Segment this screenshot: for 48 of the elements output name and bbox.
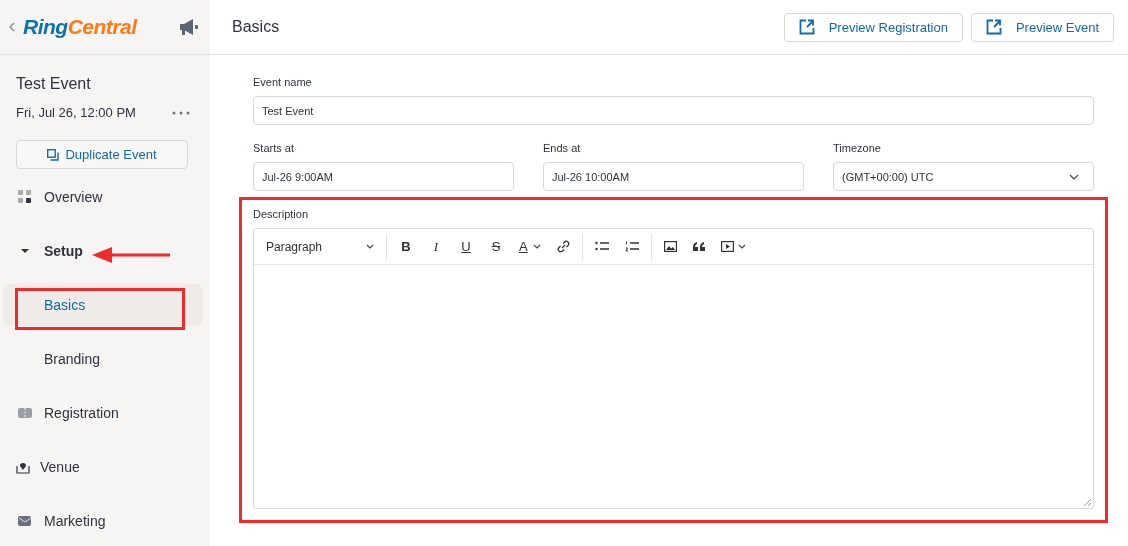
- envelope-icon: [18, 514, 32, 528]
- preview-button[interactable]: Preview Registration: [783, 12, 963, 42]
- field-label: Description: [253, 208, 310, 220]
- logo: RingCentral: [23, 15, 137, 39]
- date-time-field[interactable]: Jul-26 9:00AM: [253, 162, 514, 191]
- megaphone-icon[interactable]: [178, 18, 200, 36]
- video-icon[interactable]: [720, 241, 746, 252]
- paragraph-dropdown[interactable]: Paragraph: [258, 233, 382, 260]
- nav-subitem[interactable]: Branding: [3, 338, 203, 380]
- ticket-icon: [18, 406, 32, 420]
- map-pin-icon: [16, 460, 30, 474]
- underline-button[interactable]: U: [451, 233, 481, 260]
- external-link-icon: [798, 19, 815, 35]
- numbered-list-icon[interactable]: [624, 241, 639, 252]
- italic-button[interactable]: I: [421, 233, 451, 260]
- bold-button[interactable]: B: [391, 233, 421, 260]
- duplicate-event-button[interactable]: Duplicate Event: [16, 140, 188, 169]
- more-icon[interactable]: [172, 110, 190, 115]
- nav-item[interactable]: Overview: [3, 176, 203, 218]
- event-title: Test Event: [16, 75, 92, 93]
- grid-icon: [18, 190, 32, 204]
- nav-item[interactable]: Setup: [3, 230, 203, 272]
- nav-item[interactable]: Venue: [3, 446, 203, 488]
- chevron-down-icon: [532, 244, 541, 249]
- back-chevron-icon[interactable]: [9, 22, 15, 32]
- link-icon[interactable]: [556, 240, 570, 253]
- bullet-list-icon[interactable]: [594, 241, 609, 252]
- field-label: Starts at: [253, 142, 295, 154]
- field-label: Ends at: [543, 142, 582, 154]
- external-link-icon: [985, 19, 1002, 35]
- image-icon[interactable]: [663, 241, 677, 252]
- preview-button[interactable]: Preview Event: [970, 12, 1114, 42]
- date-time-field[interactable]: Jul-26 10:00AM: [543, 162, 804, 191]
- nav-item[interactable]: Marketing: [3, 500, 203, 542]
- timezone-select[interactable]: (GMT+00:00) UTC: [833, 162, 1094, 191]
- chevron-down-icon: [366, 244, 374, 249]
- resize-grip-icon[interactable]: [1083, 498, 1091, 506]
- strike-button[interactable]: S: [481, 233, 511, 260]
- event-date: Fri, Jul 26, 12:00 PM: [16, 105, 136, 120]
- field-label: Timezone: [833, 142, 882, 154]
- nav-item[interactable]: Registration: [3, 392, 203, 434]
- field-label: Event name: [253, 76, 313, 88]
- copy-icon: [47, 148, 60, 161]
- color-button[interactable]: A: [511, 233, 549, 260]
- page-title: Basics: [232, 18, 280, 36]
- event-name-field[interactable]: Test Event: [253, 96, 1094, 125]
- chevron-down-icon: [1069, 173, 1079, 180]
- quote-icon[interactable]: [692, 242, 705, 251]
